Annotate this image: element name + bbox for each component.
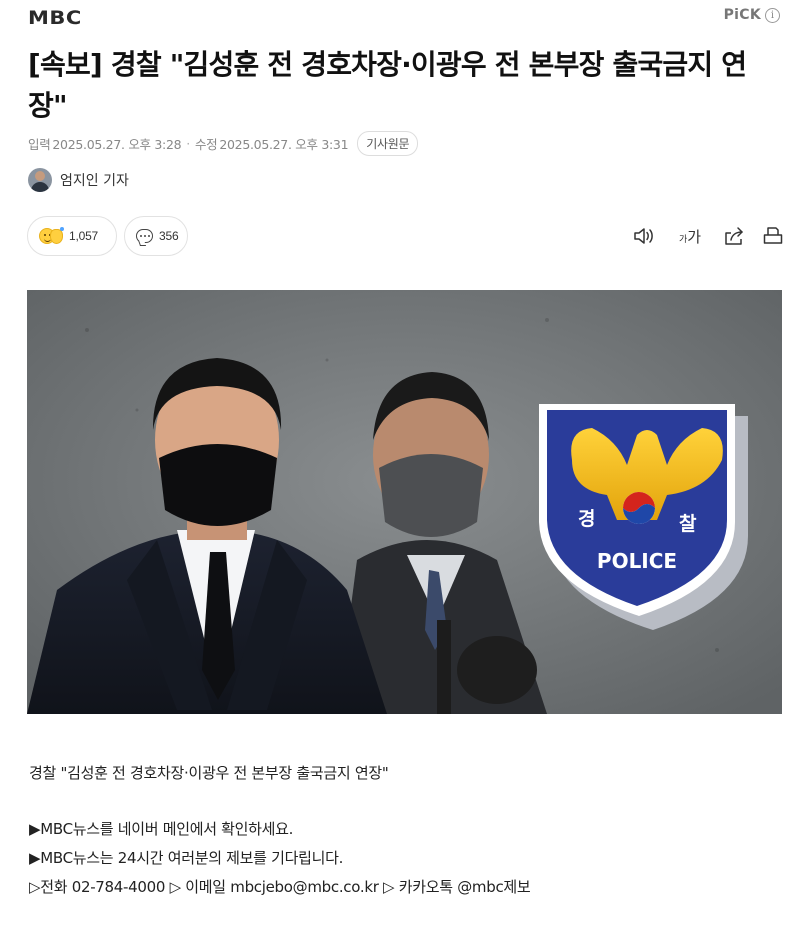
press-logo[interactable]: MBC	[28, 7, 82, 29]
top-bar: MBC PiCK i	[0, 0, 800, 36]
smile-emoji-icon	[39, 226, 64, 244]
pick-badge[interactable]: PiCK i	[724, 7, 780, 23]
byline[interactable]: 엄지인 기자	[28, 168, 129, 192]
font-size-icon[interactable]: 가 가	[677, 224, 703, 248]
tip-kakao[interactable]: @mbc제보	[457, 878, 530, 896]
input-label: 입력	[28, 136, 51, 152]
modify-label: 수정	[194, 136, 218, 152]
thumb-emoji-icon	[50, 226, 64, 244]
action-bar: 1,057 356 가 가	[27, 216, 783, 256]
badge-left-label: 경	[578, 508, 595, 530]
font-big-glyph: 가	[687, 227, 702, 246]
article-meta: 입력 2025.05.27. 오후 3:28 · 수정 2025.05.27. …	[28, 130, 419, 156]
font-small-glyph: 가	[678, 235, 688, 245]
reporter-avatar[interactable]	[28, 168, 52, 192]
reaction-button[interactable]: 1,057	[27, 216, 117, 256]
input-time: 2025.05.27. 오후 3:28	[52, 136, 182, 152]
tip-email-sep: ▷ 이메일	[165, 878, 231, 896]
badge-police-label: POLICE	[597, 549, 677, 573]
tip-phone: ▷전화 02-784-4000	[29, 878, 166, 896]
promo-line-main[interactable]: ▶MBC뉴스를 네이버 메인에서 확인하세요.	[29, 817, 530, 846]
badge-right-label: 찰	[679, 513, 697, 535]
modify-time: 2025.05.27. 오후 3:31	[219, 136, 349, 152]
promo-line-tip[interactable]: ▶MBC뉴스는 24시간 여러분의 제보를 기다립니다.	[29, 846, 530, 875]
article-photo: 경 찰 POLICE	[27, 290, 782, 714]
reaction-count: 1,057	[69, 229, 99, 243]
speaker-icon[interactable]	[633, 224, 655, 248]
comment-button[interactable]: 356	[124, 216, 188, 256]
promo-block: ▶MBC뉴스를 네이버 메인에서 확인하세요. ▶MBC뉴스는 24시간 여러분…	[29, 817, 531, 904]
reporter-name[interactable]: 엄지인 기자	[60, 170, 129, 190]
photo-caption: 경찰 "김성훈 전 경호차장·이광우 전 본부장 출국금지 연장"	[29, 764, 389, 782]
info-icon[interactable]: i	[765, 7, 780, 23]
share-icon[interactable]	[723, 224, 745, 248]
tip-contacts: ▷전화 02-784-4000 ▷ 이메일 mbcjebo@mbc.co.kr …	[29, 875, 531, 904]
tip-kakao-sep: ▷ 카카오톡	[378, 878, 458, 896]
tip-email-link[interactable]: mbcjebo@mbc.co.kr	[230, 878, 379, 896]
comment-icon	[136, 229, 153, 243]
meta-separator: ·	[186, 135, 190, 151]
comment-count: 356	[159, 229, 179, 243]
pick-label: PiCK	[723, 7, 761, 23]
article-title: [속보] 경찰 "김성훈 전 경호차장·이광우 전 본부장 출국금지 연장"	[28, 48, 747, 122]
original-article-button[interactable]: 기사원문	[357, 130, 419, 156]
print-icon[interactable]	[763, 224, 783, 248]
